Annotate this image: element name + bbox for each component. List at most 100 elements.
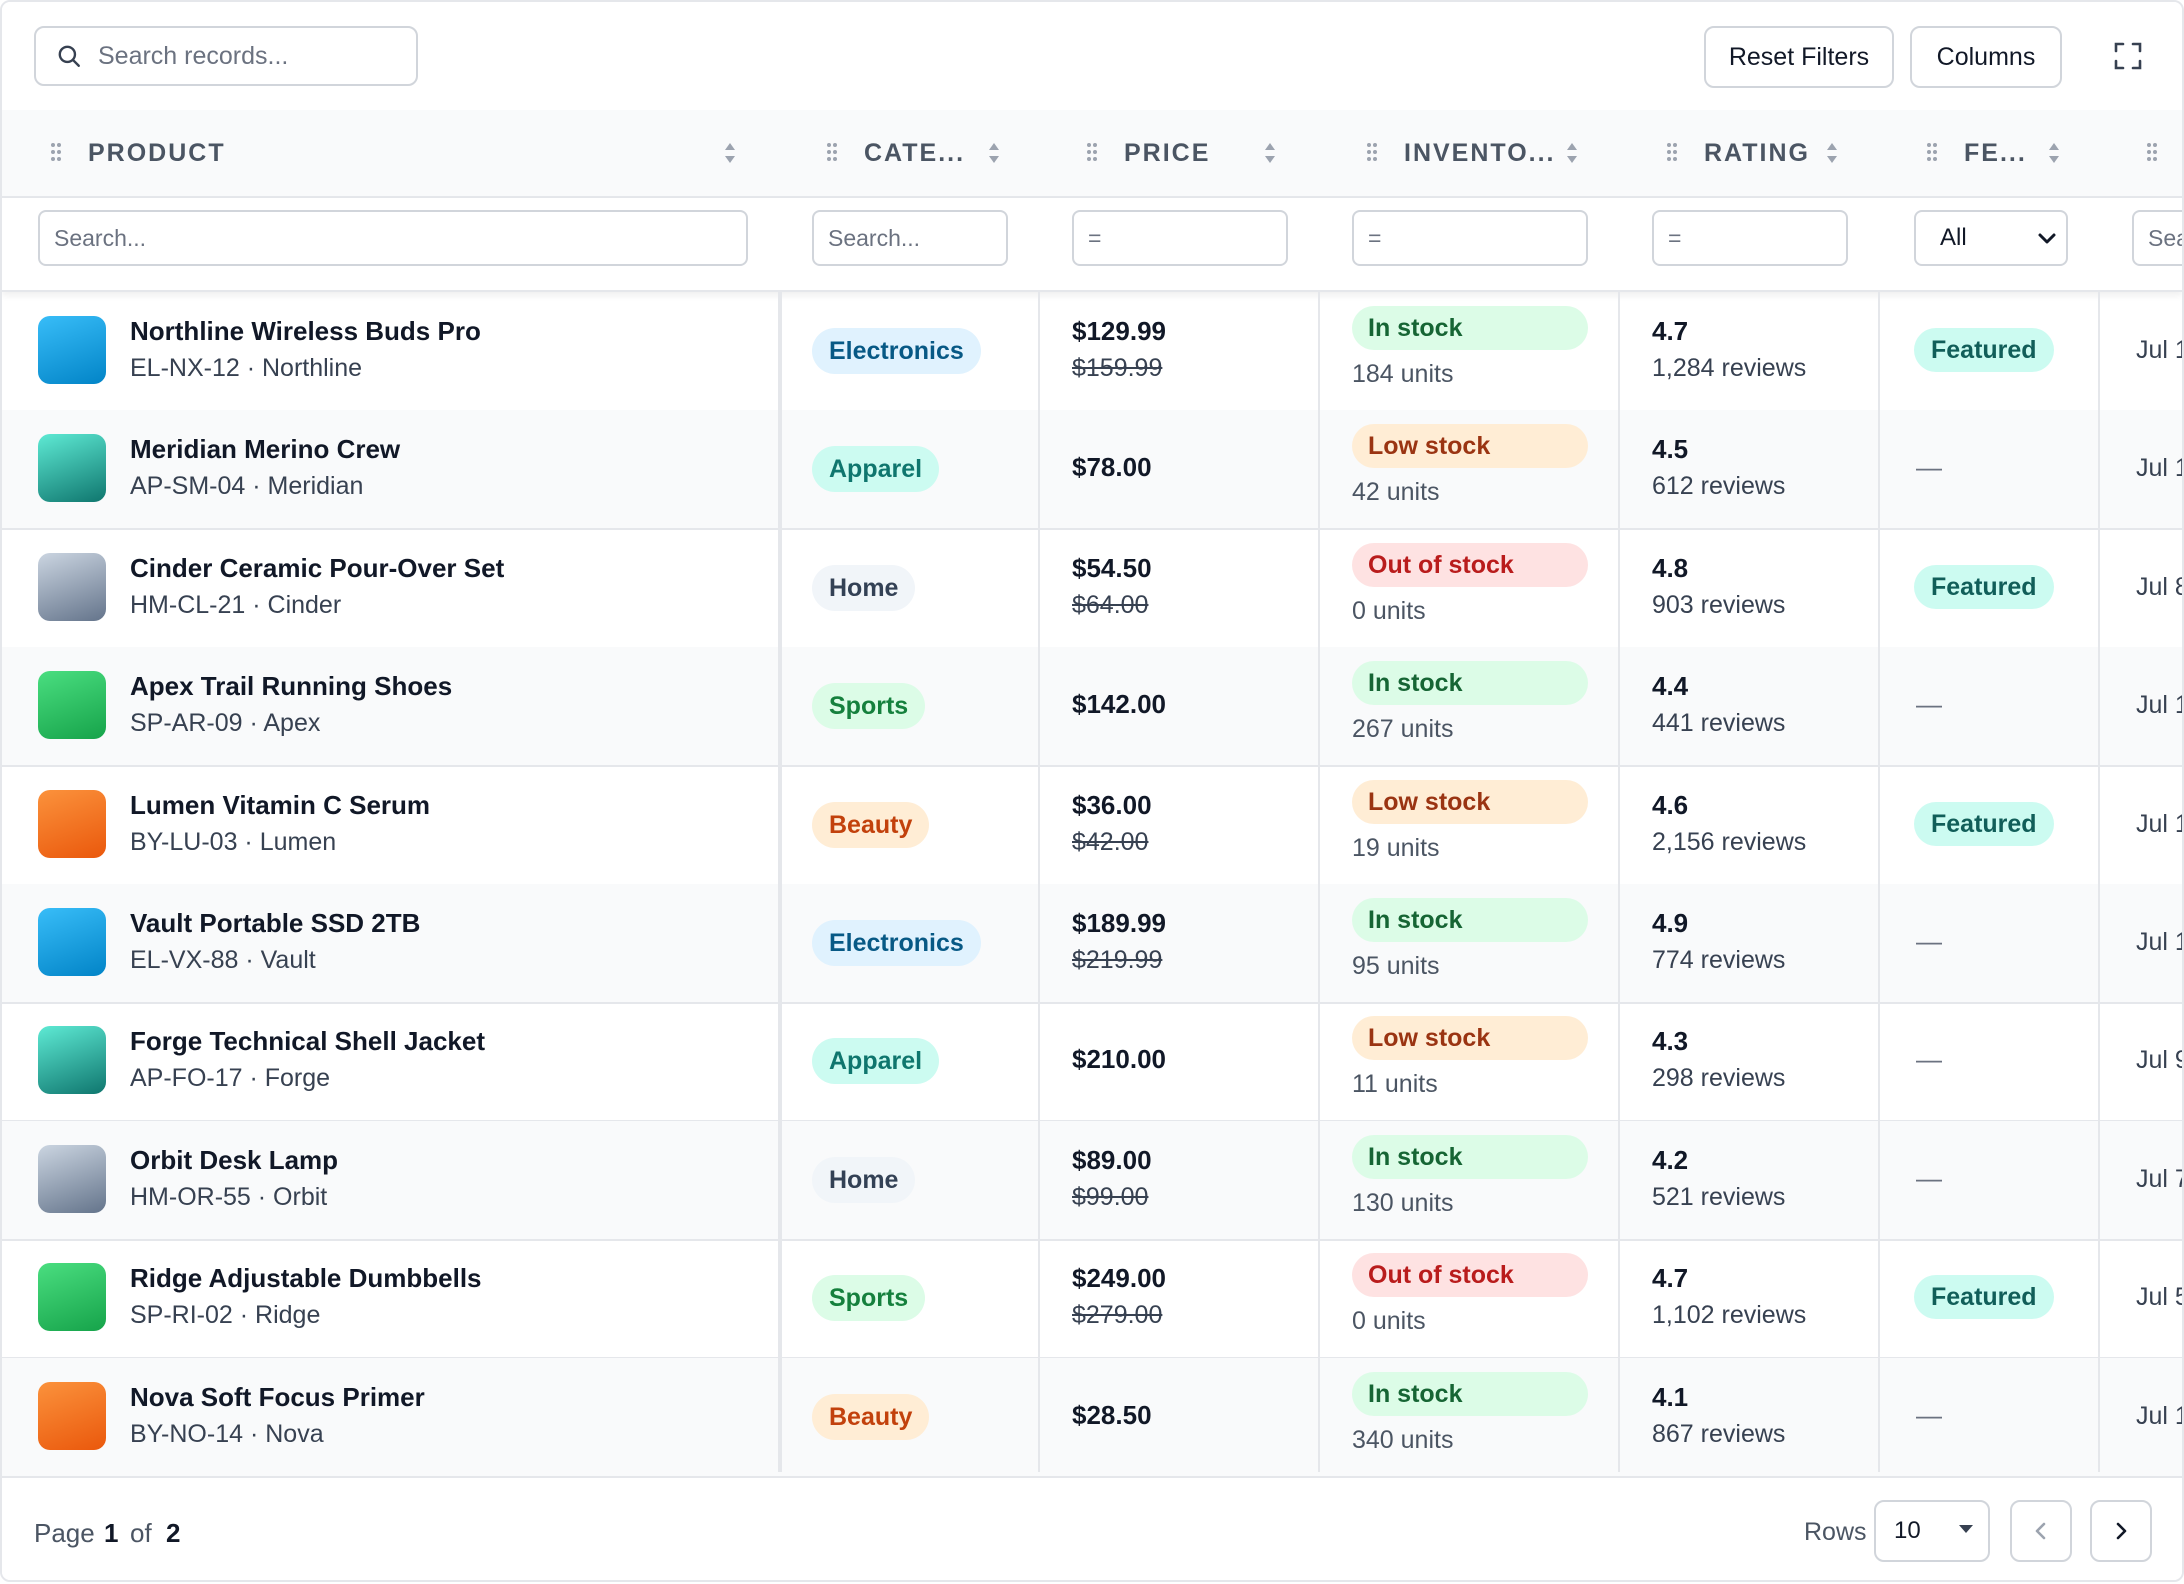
- table-row[interactable]: Apex Trail Running Shoes SP-AR-09 · Apex S…: [2, 647, 2182, 767]
- category-filter-input[interactable]: [812, 210, 1008, 266]
- drag-handle-icon[interactable]: [1366, 142, 1378, 162]
- column-header-rating[interactable]: RATING: [1620, 110, 1880, 196]
- date-filter-input[interactable]: [2132, 210, 2182, 266]
- original-price: $279.00: [1072, 1301, 1163, 1329]
- stock-units: 184 units: [1352, 360, 1454, 388]
- drag-handle-icon[interactable]: [1666, 142, 1678, 162]
- price: $89.00: [1072, 1145, 1152, 1175]
- previous-page-button[interactable]: [2010, 1500, 2072, 1562]
- stock-status-badge: In stock: [1352, 1372, 1588, 1416]
- column-header-label: RATING: [1704, 139, 1810, 167]
- product-name[interactable]: Meridian Merino Crew: [130, 434, 400, 465]
- inventory-filter-input[interactable]: [1352, 210, 1588, 266]
- table-row[interactable]: Ridge Adjustable Dumbbells SP-RI-02 · Rid…: [2, 1239, 2182, 1359]
- rating-value: 4.8: [1652, 553, 1689, 583]
- featured-filter-value: All: [1940, 224, 1967, 251]
- category-badge: Apparel: [812, 1038, 940, 1084]
- rating-value: 4.2: [1652, 1145, 1689, 1175]
- rating-filter-input[interactable]: [1652, 210, 1848, 266]
- table-row[interactable]: Lumen Vitamin C Serum BY-LU-03 · Lumen Bea…: [2, 766, 2182, 886]
- rows-per-page-value: 10: [1894, 1517, 1921, 1544]
- search-input[interactable]: [96, 40, 400, 72]
- price: $54.50: [1072, 553, 1152, 583]
- product-name[interactable]: Lumen Vitamin C Serum: [130, 790, 430, 821]
- sort-icon[interactable]: [1566, 141, 1578, 165]
- product-sku: BY-NO-14 · Nova: [130, 1420, 324, 1448]
- product-name[interactable]: Cinder Ceramic Pour-Over Set: [130, 553, 504, 584]
- original-price: $219.99: [1072, 946, 1163, 974]
- product-thumbnail: [38, 790, 106, 858]
- product-name[interactable]: Northline Wireless Buds Pro: [130, 316, 481, 347]
- column-header-category[interactable]: CATE...: [780, 110, 1040, 196]
- table-row[interactable]: Nova Soft Focus Primer BY-NO-14 · Nova Bea…: [2, 1358, 2182, 1478]
- drag-handle-icon[interactable]: [826, 142, 838, 162]
- date-cell: Jul 1: [2136, 336, 2184, 364]
- date-cell: Jul 9: [2136, 1046, 2184, 1074]
- caret-down-icon: [1959, 1525, 1973, 1533]
- column-divider: [1878, 292, 1880, 1472]
- sort-icon[interactable]: [988, 141, 1000, 165]
- review-count: 774 reviews: [1652, 946, 1786, 974]
- column-header-price[interactable]: PRICE: [1040, 110, 1320, 196]
- empty-featured: —: [1916, 1044, 1942, 1074]
- review-count: 867 reviews: [1652, 1420, 1786, 1448]
- fullscreen-icon[interactable]: [2114, 42, 2142, 70]
- product-name[interactable]: Vault Portable SSD 2TB: [130, 908, 420, 939]
- empty-featured: —: [1916, 452, 1942, 482]
- review-count: 1,102 reviews: [1652, 1301, 1807, 1329]
- rating-value: 4.5: [1652, 434, 1689, 464]
- columns-button[interactable]: Columns: [1910, 26, 2062, 88]
- stock-units: 0 units: [1352, 1307, 1426, 1335]
- category-badge: Electronics: [812, 328, 981, 374]
- drag-handle-icon[interactable]: [1926, 142, 1938, 162]
- original-price: $42.00: [1072, 828, 1149, 856]
- product-name[interactable]: Forge Technical Shell Jacket: [130, 1026, 485, 1057]
- sort-icon[interactable]: [724, 141, 736, 165]
- review-count: 1,284 reviews: [1652, 354, 1807, 382]
- table-row[interactable]: Cinder Ceramic Pour-Over Set HM-CL-21 · C…: [2, 529, 2182, 649]
- table-row[interactable]: Forge Technical Shell Jacket AP-FO-17 · F…: [2, 1002, 2182, 1122]
- stock-units: 19 units: [1352, 834, 1440, 862]
- stock-units: 11 units: [1352, 1070, 1438, 1098]
- product-name[interactable]: Nova Soft Focus Primer: [130, 1382, 425, 1413]
- date-cell: Jul 5: [2136, 1283, 2184, 1311]
- table-row[interactable]: Vault Portable SSD 2TB EL-VX-88 · Vault El…: [2, 884, 2182, 1004]
- drag-handle-icon[interactable]: [1086, 142, 1098, 162]
- sort-icon[interactable]: [2048, 141, 2060, 165]
- featured-filter-select[interactable]: All: [1914, 210, 2068, 266]
- product-thumbnail: [38, 908, 106, 976]
- drag-handle-icon[interactable]: [50, 142, 62, 162]
- reset-filters-button[interactable]: Reset Filters: [1704, 26, 1894, 88]
- date-cell: Jul 8: [2136, 573, 2184, 601]
- original-price: $99.00: [1072, 1183, 1149, 1211]
- price: $142.00: [1072, 689, 1166, 719]
- product-name[interactable]: Ridge Adjustable Dumbbells: [130, 1263, 482, 1294]
- next-page-button[interactable]: [2090, 1500, 2152, 1562]
- table-row[interactable]: Orbit Desk Lamp HM-OR-55 · Orbit Home $89.0…: [2, 1121, 2182, 1241]
- column-header-label: PRICE: [1124, 139, 1211, 167]
- drag-handle-icon[interactable]: [2146, 142, 2158, 162]
- product-name[interactable]: Orbit Desk Lamp: [130, 1145, 338, 1176]
- table-row[interactable]: Northline Wireless Buds Pro EL-NX-12 · No…: [2, 292, 2182, 412]
- stock-status-badge: Out of stock: [1352, 1253, 1588, 1297]
- rows-per-page-select[interactable]: 10: [1874, 1500, 1990, 1562]
- global-search[interactable]: [34, 26, 418, 86]
- product-filter-input[interactable]: [38, 210, 748, 266]
- rating-value: 4.9: [1652, 908, 1689, 938]
- column-header-product[interactable]: PRODUCT: [2, 110, 780, 196]
- table-row[interactable]: Meridian Merino Crew AP-SM-04 · Meridian A…: [2, 410, 2182, 530]
- rating-value: 4.7: [1652, 1263, 1689, 1293]
- stock-status-badge: Low stock: [1352, 780, 1588, 824]
- price: $249.00: [1072, 1263, 1166, 1293]
- of-word: of: [130, 1518, 152, 1548]
- sort-icon[interactable]: [1826, 141, 1838, 165]
- stock-units: 42 units: [1352, 478, 1440, 506]
- column-header-featured[interactable]: FE...: [1880, 110, 2100, 196]
- sort-icon[interactable]: [1264, 141, 1276, 165]
- column-header-date[interactable]: [2100, 110, 2182, 196]
- date-cell: Jul 1: [2136, 1402, 2184, 1430]
- price-filter-input[interactable]: [1072, 210, 1288, 266]
- column-header-inventory[interactable]: INVENTO...: [1320, 110, 1620, 196]
- product-name[interactable]: Apex Trail Running Shoes: [130, 671, 452, 702]
- page-word: Page: [34, 1518, 95, 1548]
